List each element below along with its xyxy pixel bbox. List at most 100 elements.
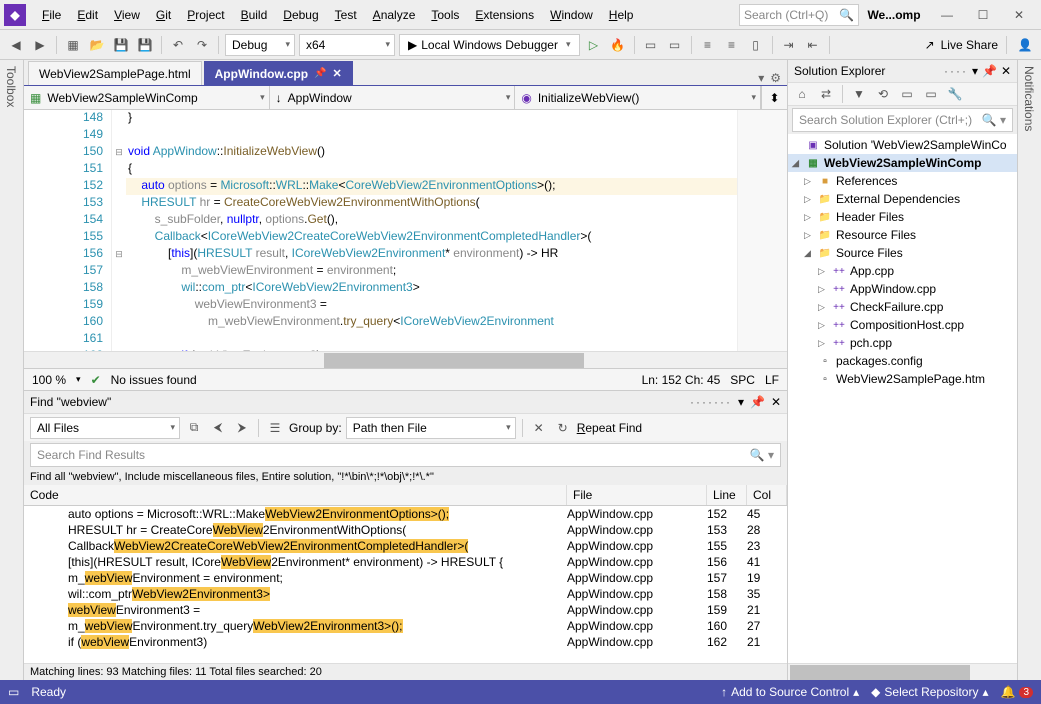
find-scope-combo[interactable]: All Files — [30, 417, 180, 439]
split-editor-icon[interactable]: ⬍ — [761, 86, 787, 109]
tree-item[interactable]: ▷📁Header Files — [788, 208, 1017, 226]
platform-combo[interactable]: x64 — [299, 34, 395, 56]
source-control-button[interactable]: ↑Add to Source Control▴ — [721, 685, 859, 699]
uncomment-icon[interactable]: ≡ — [722, 35, 742, 55]
properties-icon[interactable]: 🔧 — [945, 84, 965, 104]
find-dropdown-icon[interactable]: ▾ — [738, 395, 744, 409]
code-editor[interactable]: 1481491501511521531541551561571581591601… — [24, 110, 787, 351]
find-results-search[interactable]: Search Find Results🔍 ▾ — [30, 443, 781, 467]
find-result-row[interactable]: m_webViewEnvironment = environment;AppWi… — [24, 570, 787, 586]
hot-reload-icon[interactable]: 🔥 — [608, 35, 628, 55]
tree-item[interactable]: ▷++pch.cpp — [788, 334, 1017, 352]
global-search[interactable]: Search (Ctrl+Q) 🔍 — [739, 4, 859, 26]
run-button[interactable]: ▶Local Windows Debugger▾ — [399, 34, 580, 56]
find-result-row[interactable]: webViewEnvironment3 =AppWindow.cpp15921 — [24, 602, 787, 618]
next-result-icon[interactable]: ⮞ — [232, 418, 252, 438]
minimize-button[interactable]: — — [929, 2, 965, 28]
redo-icon[interactable]: ↷ — [192, 35, 212, 55]
notifications-tab[interactable]: Notifications — [1022, 66, 1036, 674]
explorer-search[interactable]: Search Solution Explorer (Ctrl+;)🔍 ▾ — [792, 108, 1013, 132]
menu-file[interactable]: File — [34, 4, 69, 26]
output-icon[interactable]: ▭ — [8, 685, 19, 699]
tree-item[interactable]: ▷📁External Dependencies — [788, 190, 1017, 208]
tree-item[interactable]: ▫packages.config — [788, 352, 1017, 370]
menu-build[interactable]: Build — [233, 4, 276, 26]
tree-item[interactable]: ◢📁Source Files — [788, 244, 1017, 262]
find-result-row[interactable]: wil::com_ptrWebView2Environment3>AppWind… — [24, 586, 787, 602]
tree-item[interactable]: ▷++CheckFailure.cpp — [788, 298, 1017, 316]
refresh-icon[interactable]: ↻ — [553, 418, 573, 438]
undo-icon[interactable]: ↶ — [168, 35, 188, 55]
switch-views-icon[interactable]: ⇄ — [816, 84, 836, 104]
find-result-row[interactable]: auto options = Microsoft::WRL::MakeWebVi… — [24, 506, 787, 522]
nav-member[interactable]: ◉InitializeWebView() — [515, 86, 761, 109]
prev-result-icon[interactable]: ⮜ — [208, 418, 228, 438]
outdent-icon[interactable]: ⇤ — [803, 35, 823, 55]
home-icon[interactable]: ⌂ — [792, 84, 812, 104]
tree-item[interactable]: ▷■References — [788, 172, 1017, 190]
find-result-row[interactable]: [this](HRESULT result, ICoreWebView2Envi… — [24, 554, 787, 570]
save-all-icon[interactable]: 💾 — [135, 35, 155, 55]
save-icon[interactable]: 💾 — [111, 35, 131, 55]
gear-icon[interactable]: ⚙ — [770, 71, 781, 85]
explorer-close-icon[interactable]: ✕ — [1001, 64, 1011, 78]
explorer-hscroll[interactable] — [788, 663, 1017, 680]
menu-project[interactable]: Project — [179, 4, 232, 26]
menu-edit[interactable]: Edit — [69, 4, 106, 26]
nav-class[interactable]: ↓AppWindow — [270, 86, 516, 109]
tree-item[interactable]: ▷📁Resource Files — [788, 226, 1017, 244]
doc-tab[interactable]: AppWindow.cpp📌✕ — [204, 61, 353, 85]
menu-window[interactable]: Window — [542, 4, 601, 26]
nav-scope[interactable]: ▦WebView2SampleWinComp — [24, 86, 270, 109]
menu-extensions[interactable]: Extensions — [467, 4, 542, 26]
menu-test[interactable]: Test — [327, 4, 365, 26]
tree-item[interactable]: ◢▦WebView2SampleWinComp — [788, 154, 1017, 172]
explorer-dropdown-icon[interactable]: ▾ — [972, 64, 978, 78]
toggle-icon[interactable]: ▭ — [665, 35, 685, 55]
comment-icon[interactable]: ≡ — [698, 35, 718, 55]
menu-git[interactable]: Git — [148, 4, 179, 26]
liveshare-icon[interactable]: ↗ — [925, 38, 935, 52]
copy-icon[interactable]: ⧉ — [184, 418, 204, 438]
zoom-level[interactable]: 100 % — [32, 373, 66, 387]
tree-item[interactable]: ▫WebView2SamplePage.htm — [788, 370, 1017, 388]
tree-item[interactable]: ▷++App.cpp — [788, 262, 1017, 280]
list-view-icon[interactable]: ☰ — [265, 418, 285, 438]
config-combo[interactable]: Debug — [225, 34, 295, 56]
menu-tools[interactable]: Tools — [423, 4, 467, 26]
menu-view[interactable]: View — [106, 4, 148, 26]
toolbox-tab[interactable]: Toolbox — [0, 60, 24, 680]
show-all-icon[interactable]: ▭ — [897, 84, 917, 104]
browser-link-icon[interactable]: ▭ — [641, 35, 661, 55]
filter-icon[interactable]: ▼ — [849, 84, 869, 104]
tree-item[interactable]: ▷++AppWindow.cpp — [788, 280, 1017, 298]
minimap[interactable] — [737, 110, 787, 351]
find-result-row[interactable]: m_webViewEnvironment.try_queryWebView2En… — [24, 618, 787, 634]
repeat-find-link[interactable]: Repeat Find — [577, 421, 642, 435]
bookmark-icon[interactable]: ▯ — [746, 35, 766, 55]
doc-tab[interactable]: WebView2SamplePage.html — [28, 61, 202, 85]
tree-item[interactable]: ▣Solution 'WebView2SampleWinCo — [788, 136, 1017, 154]
sync-icon[interactable]: ⟲ — [873, 84, 893, 104]
find-result-row[interactable]: CallbackWebView2CreateCoreWebView2Enviro… — [24, 538, 787, 554]
collapse-icon[interactable]: ▭ — [921, 84, 941, 104]
close-tab-icon[interactable]: ✕ — [333, 67, 342, 80]
repo-button[interactable]: ◆Select Repository▴ — [871, 685, 988, 699]
open-file-icon[interactable]: 📂 — [87, 35, 107, 55]
menu-help[interactable]: Help — [601, 4, 642, 26]
start-no-debug-icon[interactable]: ▷ — [584, 35, 604, 55]
cancel-icon[interactable]: ✕ — [529, 418, 549, 438]
editor-hscroll[interactable] — [24, 351, 787, 368]
doc-dropdown-icon[interactable]: ▾ — [758, 71, 764, 85]
tree-item[interactable]: ▷++CompositionHost.cpp — [788, 316, 1017, 334]
pin-icon[interactable]: 📌 — [750, 395, 765, 409]
liveshare-label[interactable]: Live Share — [941, 38, 998, 52]
notifications-bell[interactable]: 🔔3 — [1000, 685, 1033, 699]
close-button[interactable]: ✕ — [1001, 2, 1037, 28]
find-results-list[interactable]: auto options = Microsoft::WRL::MakeWebVi… — [24, 506, 787, 663]
menu-debug[interactable]: Debug — [275, 4, 326, 26]
pin-icon[interactable]: 📌 — [314, 68, 326, 79]
indent-icon[interactable]: ⇥ — [779, 35, 799, 55]
find-result-row[interactable]: HRESULT hr = CreateCoreWebView2Environme… — [24, 522, 787, 538]
new-project-icon[interactable]: ▦ — [63, 35, 83, 55]
